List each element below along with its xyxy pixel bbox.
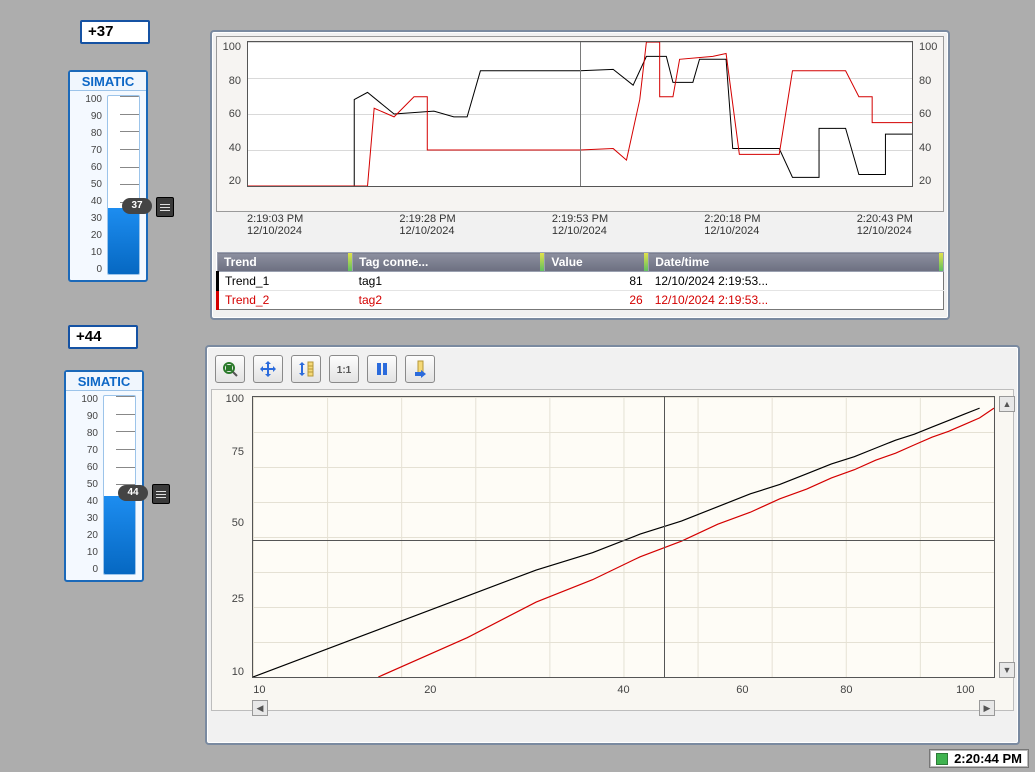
trend-panel: 10080604020 10080604020 2:19:03 PM12/10/… <box>210 30 950 320</box>
xy-horizontal-crosshair[interactable] <box>253 540 994 541</box>
xy-vertical-scrollbar[interactable]: ▲ ▼ <box>999 396 1015 678</box>
grip-icon[interactable] <box>152 484 170 504</box>
slider1-scale-labels: 1009080706050403020100 <box>70 91 104 279</box>
table-row[interactable]: Trend_1tag18112/10/2024 2:19:53... <box>218 272 944 291</box>
scroll-left-icon[interactable]: ◀ <box>252 700 268 716</box>
connection-status-icon <box>936 753 948 765</box>
xy-y-axis: 10075502510 <box>212 396 248 678</box>
slider2-thumb-value: 44 <box>118 485 148 501</box>
xy-vertical-crosshair[interactable] <box>664 397 665 677</box>
slider2-thumb[interactable]: 44 <box>122 484 170 504</box>
slider1[interactable]: SIMATIC 1009080706050403020100 37 <box>68 70 148 282</box>
trend-x-axis: 2:19:03 PM12/10/20242:19:28 PM12/10/2024… <box>247 213 913 247</box>
ruler-button[interactable] <box>405 355 435 383</box>
xy-horizontal-scrollbar[interactable]: ◀ ▶ <box>252 700 995 716</box>
slider2-brand: SIMATIC <box>66 372 142 391</box>
trend-table-header[interactable]: Date/time <box>649 253 944 272</box>
pan-button[interactable] <box>253 355 283 383</box>
one-to-one-button[interactable]: 1:1 <box>329 355 359 383</box>
slider2-value-box: +44 <box>68 325 138 349</box>
trend-table-header[interactable]: Tag conne... <box>353 253 545 272</box>
grip-icon[interactable] <box>156 197 174 217</box>
slider1-thumb[interactable]: 37 <box>126 197 174 217</box>
fit-y-button[interactable] <box>291 355 321 383</box>
xy-plot-area[interactable] <box>252 396 995 678</box>
scroll-down-icon[interactable]: ▼ <box>999 662 1015 678</box>
trend-chart[interactable]: 10080604020 10080604020 2:19:03 PM12/10/… <box>216 36 944 212</box>
trend-table: TrendTag conne...ValueDate/time Trend_1t… <box>216 252 944 310</box>
status-time: 2:20:44 PM <box>954 751 1022 766</box>
trend-y-axis-right: 10080604020 <box>917 41 943 187</box>
slider1-value-box: +37 <box>80 20 150 44</box>
slider2[interactable]: SIMATIC 1009080706050403020100 44 <box>64 370 144 582</box>
trend-plot-area[interactable] <box>247 41 913 187</box>
slider2-scale-labels: 1009080706050403020100 <box>66 391 100 579</box>
trend-table-header[interactable]: Trend <box>218 253 353 272</box>
slider1-brand: SIMATIC <box>70 72 146 91</box>
xy-x-axis: 1020406080100 <box>252 684 995 700</box>
table-row[interactable]: Trend_2tag22612/10/2024 2:19:53... <box>218 291 944 310</box>
xy-chart[interactable]: 10075502510 ▲ ▼ 1020406080100 ◀ ▶ <box>211 389 1014 711</box>
xy-toolbar: 1:1 <box>211 351 1014 387</box>
scroll-right-icon[interactable]: ▶ <box>979 700 995 716</box>
zoom-button[interactable] <box>215 355 245 383</box>
status-bar: 2:20:44 PM <box>929 749 1029 768</box>
slider1-thumb-value: 37 <box>122 198 152 214</box>
trend-y-axis-left: 10080604020 <box>217 41 243 187</box>
pause-button[interactable] <box>367 355 397 383</box>
svg-text:1:1: 1:1 <box>337 365 352 376</box>
scroll-up-icon[interactable]: ▲ <box>999 396 1015 412</box>
trend-time-ruler[interactable] <box>580 42 581 186</box>
xy-panel: 1:1 10075502510 ▲ ▼ 1020406080100 ◀ ▶ <box>205 345 1020 745</box>
slider1-track[interactable] <box>107 95 140 275</box>
trend-table-header[interactable]: Value <box>545 253 649 272</box>
